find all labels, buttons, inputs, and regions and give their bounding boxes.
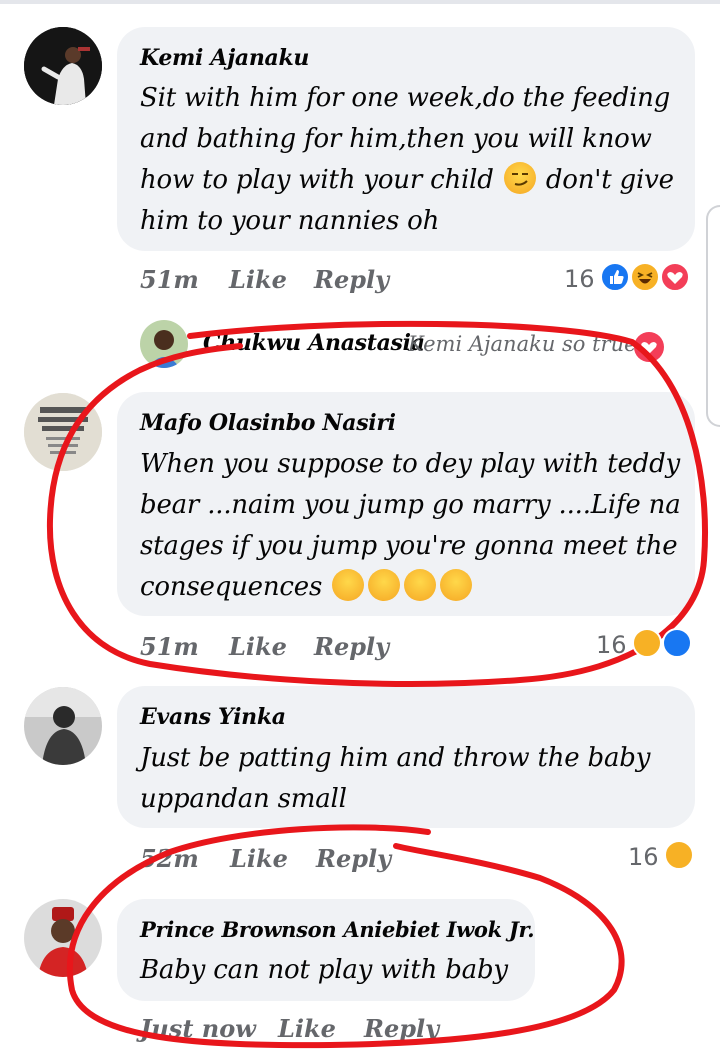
haha-icon <box>664 840 694 870</box>
avatar-photo <box>24 687 102 765</box>
comment-line: uppandan small <box>140 784 347 814</box>
comment-author[interactable]: Evans Yinka <box>140 704 286 730</box>
avatar-photo <box>24 393 102 471</box>
comment-bubble[interactable]: Evans Yinka Just be patting him and thro… <box>117 686 695 828</box>
smirk-emoji-icon <box>503 162 536 194</box>
comment-line: bear ...naim you jump go marry ....Life … <box>140 490 681 520</box>
like-button[interactable]: Like <box>229 265 287 294</box>
love-icon <box>660 262 690 292</box>
avatar-photo <box>140 320 188 368</box>
like-button[interactable]: Like <box>229 632 287 661</box>
avatar[interactable] <box>24 393 102 471</box>
comment-line-with-emoji: how to play with your child don't give <box>140 160 674 201</box>
avatar-photo <box>24 27 102 105</box>
top-divider <box>0 0 720 4</box>
reaction-count: 16 <box>564 265 595 293</box>
comment-line: and bathing for him,then you will know <box>140 124 652 154</box>
reaction-count: 16 <box>596 631 627 659</box>
comment-time[interactable]: 51m <box>140 265 199 294</box>
reaction-summary[interactable]: 16 <box>596 628 698 662</box>
care-icon <box>634 332 664 362</box>
comment-bubble[interactable]: Prince Brownson Aniebiet Iwok Jr. Baby c… <box>117 899 535 1001</box>
comment-line: Baby can not play with baby <box>140 955 508 985</box>
reaction-count: 16 <box>628 843 659 871</box>
comment-author[interactable]: Mafo Olasinbo Nasiri <box>140 410 396 436</box>
avatar[interactable] <box>24 27 102 105</box>
reply-button[interactable]: Reply <box>314 265 389 294</box>
avatar[interactable] <box>24 899 102 977</box>
comment-line: how to play with your child <box>140 165 494 195</box>
reply-button[interactable]: Reply <box>316 844 391 873</box>
like-icon <box>600 262 630 292</box>
like-icon <box>662 628 692 658</box>
tears-of-joy-emoji-icon <box>440 569 473 601</box>
comment-line-with-emoji: consequences <box>140 567 474 608</box>
tears-of-joy-emoji-icon <box>404 569 437 601</box>
like-button[interactable]: Like <box>278 1014 336 1043</box>
comment-line: consequences <box>140 572 323 602</box>
scrollbar[interactable] <box>706 205 720 427</box>
reply-avatar[interactable] <box>140 320 188 368</box>
comment-time[interactable]: Just now <box>140 1014 256 1043</box>
reply-preview[interactable]: Kemi Ajanaku so true <box>408 332 637 356</box>
comment-line: him to your nannies oh <box>140 206 440 236</box>
comment-time[interactable]: 51m <box>140 632 199 661</box>
reply-button[interactable]: Reply <box>364 1014 439 1043</box>
reply-author[interactable]: Chukwu Anastasia <box>203 330 425 356</box>
reply-button[interactable]: Reply <box>314 632 389 661</box>
comment-bubble[interactable]: Kemi Ajanaku Sit with him for one week,d… <box>117 27 695 251</box>
reaction-summary[interactable]: 16 <box>628 840 696 874</box>
reaction-summary[interactable]: 16 <box>564 262 698 296</box>
tears-of-joy-emoji-icon <box>332 569 365 601</box>
haha-icon <box>632 628 662 658</box>
comment-line: Sit with him for one week,do the feeding <box>140 83 671 113</box>
avatar-photo <box>24 899 102 977</box>
like-button[interactable]: Like <box>230 844 288 873</box>
comment-line: When you suppose to dey play with teddy <box>140 449 681 479</box>
comment-line: don't give <box>545 165 674 195</box>
tears-of-joy-emoji-icon <box>368 569 401 601</box>
comment-author[interactable]: Kemi Ajanaku <box>140 45 309 71</box>
comment-bubble[interactable]: Mafo Olasinbo Nasiri When you suppose to… <box>117 392 695 616</box>
avatar[interactable] <box>24 687 102 765</box>
comment-time[interactable]: 52m <box>140 844 199 873</box>
comment-line: stages if you jump you're gonna meet the <box>140 531 678 561</box>
comment-line: Just be patting him and throw the baby <box>140 743 651 773</box>
comment-author[interactable]: Prince Brownson Aniebiet Iwok Jr. <box>140 917 535 942</box>
haha-icon <box>630 262 660 292</box>
